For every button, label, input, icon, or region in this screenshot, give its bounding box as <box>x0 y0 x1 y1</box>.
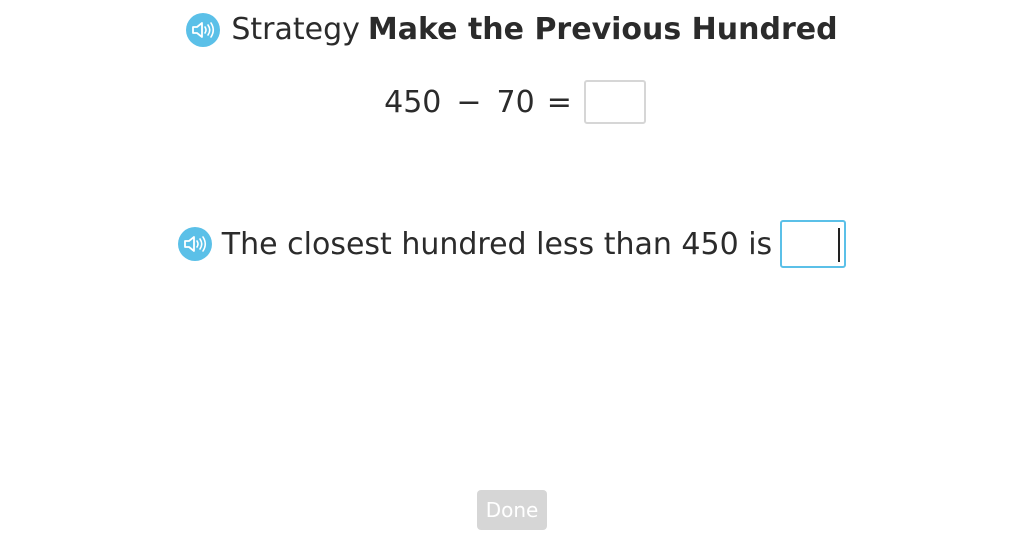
speaker-icon[interactable] <box>186 12 221 47</box>
operand-1: 450 <box>384 84 442 120</box>
question-prompt: The closest hundred less than 450 is <box>0 220 1024 268</box>
done-button[interactable]: Done <box>477 490 547 530</box>
operand-2: 70 <box>496 84 535 120</box>
strategy-name: Make the Previous Hundred <box>367 12 838 47</box>
page-title: Strategy Make the Previous Hundred <box>231 12 837 47</box>
minus-operator: − <box>456 84 482 120</box>
prompt-text: The closest hundred less than 450 is <box>221 226 773 262</box>
hundred-answer-input[interactable] <box>780 220 847 268</box>
text-caret <box>838 228 841 262</box>
equation: 450 − 70 = <box>0 80 1024 124</box>
title-prefix: Strategy <box>231 12 360 47</box>
exercise-page: Strategy Make the Previous Hundred 450 − … <box>0 0 1024 560</box>
strategy-header: Strategy Make the Previous Hundred <box>0 12 1024 47</box>
equation-answer-box <box>583 80 646 124</box>
speaker-icon[interactable] <box>177 227 212 261</box>
equals-sign: = <box>546 84 572 120</box>
